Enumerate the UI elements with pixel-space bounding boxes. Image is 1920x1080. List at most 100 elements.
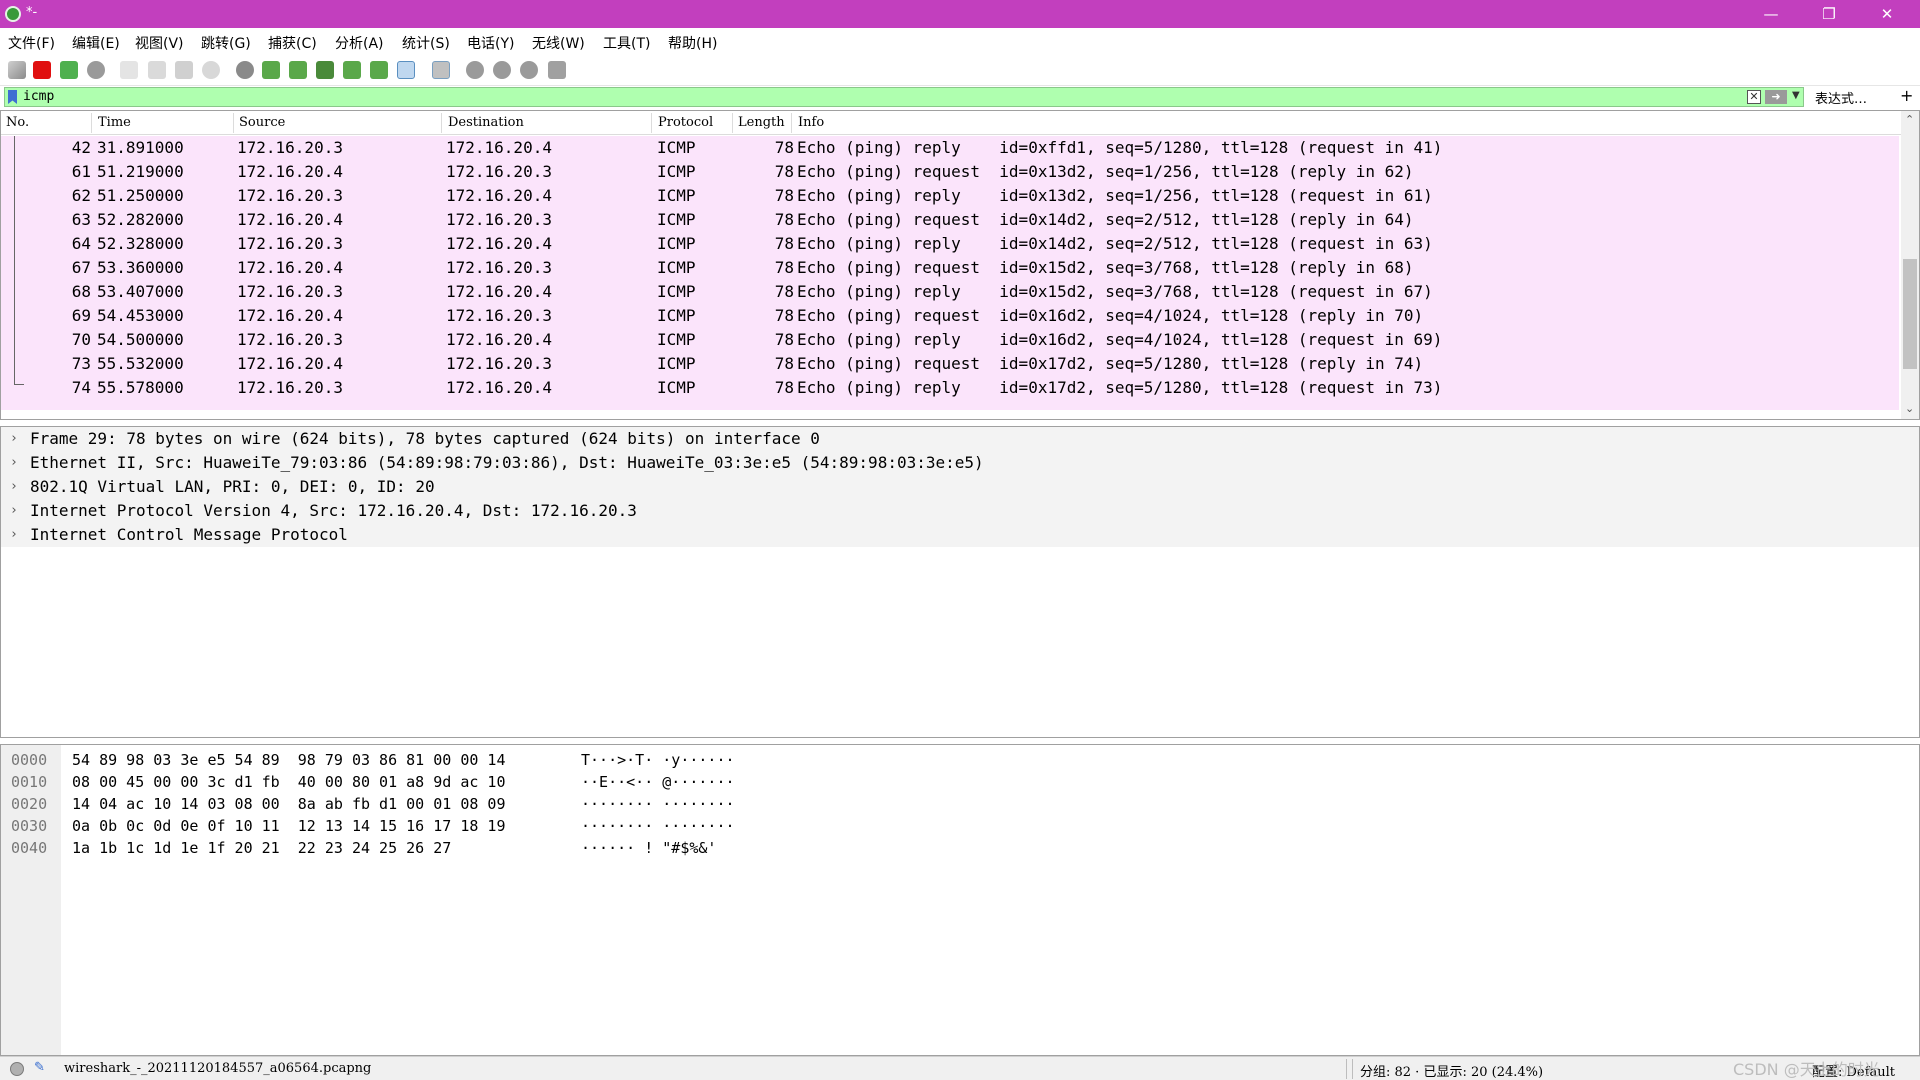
expand-chevron-icon[interactable]: › [10, 475, 18, 499]
column-info[interactable]: Info [798, 115, 824, 130]
table-row[interactable]: 42 31.891000 172.16.20.3 172.16.20.4 ICMP 78 E… [1, 136, 1899, 160]
menu-statistics[interactable]: 统计(S) [402, 33, 450, 53]
hex-bytes[interactable]: 14 04 ac 10 14 03 08 00 8a ab fb d1 00 0… [72, 793, 505, 815]
bookmark-icon[interactable] [8, 90, 17, 104]
menu-capture[interactable]: 捕获(C) [268, 33, 317, 53]
packet-time-cell: 53.407000 [97, 282, 184, 301]
table-row[interactable]: 63 52.282000 172.16.20.4 172.16.20.3 ICMP 78 E… [1, 208, 1899, 232]
packet-length-cell: 78 [774, 378, 794, 397]
table-row[interactable]: 67 53.360000 172.16.20.4 172.16.20.3 ICMP 78 E… [1, 256, 1899, 280]
ascii-bytes[interactable]: ······ ! "#$%&' [581, 837, 716, 859]
hex-bytes[interactable]: 08 00 45 00 00 3c d1 fb 40 00 80 01 a8 9… [72, 771, 505, 793]
column-length[interactable]: Length [738, 115, 785, 130]
colorize-icon[interactable] [432, 61, 450, 79]
detail-tree-item[interactable]: › Frame 29: 78 bytes on wire (624 bits), … [1, 427, 1919, 451]
scroll-up-icon[interactable]: ⌃ [1905, 113, 1914, 126]
shark-fin-start-icon[interactable] [8, 61, 26, 79]
minimize-button[interactable]: — [1742, 0, 1800, 28]
column-protocol[interactable]: Protocol [658, 115, 713, 130]
menu-tools[interactable]: 工具(T) [603, 33, 650, 53]
edit-comment-icon[interactable]: ✎ [34, 1060, 45, 1075]
save-file-icon[interactable] [148, 61, 166, 79]
expression-button[interactable]: 表达式… [1815, 88, 1867, 107]
detail-tree-item[interactable]: › Internet Protocol Version 4, Src: 172.1… [1, 499, 1919, 523]
table-row[interactable]: 64 52.328000 172.16.20.3 172.16.20.4 ICMP 78 E… [1, 232, 1899, 256]
packet-destination-cell: 172.16.20.3 [446, 258, 552, 277]
ascii-bytes[interactable]: ··E··<·· @······· [581, 771, 735, 793]
reload-file-icon[interactable] [202, 61, 220, 79]
ascii-bytes[interactable]: ········ ········ [581, 793, 735, 815]
add-filter-button[interactable]: + [1900, 86, 1913, 105]
hex-offset[interactable]: 0010 [11, 771, 47, 793]
ascii-bytes[interactable]: T···>·T· ·y······ [581, 749, 735, 771]
menu-telephony[interactable]: 电话(Y) [467, 33, 514, 53]
go-forward-icon[interactable] [289, 61, 307, 79]
menu-view[interactable]: 视图(V) [135, 33, 184, 53]
hex-offset[interactable]: 0030 [11, 815, 47, 837]
open-file-icon[interactable] [120, 61, 138, 79]
packet-info-cell: Echo (ping) request id=0x16d2, seq=4/102… [797, 306, 1424, 325]
detail-tree-item[interactable]: › 802.1Q Virtual LAN, PRI: 0, DEI: 0, ID:… [1, 475, 1919, 499]
close-file-icon[interactable] [175, 61, 193, 79]
hex-offset[interactable]: 0000 [11, 749, 47, 771]
find-packet-icon[interactable] [236, 61, 254, 79]
stop-capture-icon[interactable] [33, 61, 51, 79]
column-no[interactable]: No. [6, 115, 29, 130]
column-source[interactable]: Source [239, 115, 285, 130]
restore-button[interactable]: ❐ [1800, 0, 1858, 28]
menu-file[interactable]: 文件(F) [8, 33, 55, 53]
packet-list-scrollbar[interactable]: ⌃ ⌄ [1901, 111, 1919, 419]
menu-edit[interactable]: 编辑(E) [72, 33, 120, 53]
scroll-down-icon[interactable]: ⌄ [1905, 402, 1914, 415]
expert-info-icon[interactable] [10, 1062, 24, 1076]
hex-bytes[interactable]: 0a 0b 0c 0d 0e 0f 10 11 12 13 14 15 16 1… [72, 815, 505, 837]
filter-history-dropdown-icon[interactable]: ▼ [1792, 90, 1800, 101]
table-row[interactable]: 69 54.453000 172.16.20.4 172.16.20.3 ICMP 78 E… [1, 304, 1899, 328]
go-to-packet-icon[interactable] [316, 61, 334, 79]
zoom-out-icon[interactable] [493, 61, 511, 79]
first-packet-icon[interactable] [343, 61, 361, 79]
capture-options-icon[interactable] [87, 61, 105, 79]
expand-chevron-icon[interactable]: › [10, 427, 18, 451]
hex-offset[interactable]: 0040 [11, 837, 47, 859]
display-filter-input[interactable]: icmp [4, 87, 1804, 107]
clear-filter-icon[interactable]: ✕ [1747, 90, 1761, 104]
zoom-normal-icon[interactable] [520, 61, 538, 79]
last-packet-icon[interactable] [370, 61, 388, 79]
resize-columns-icon[interactable] [548, 61, 566, 79]
autoscroll-icon[interactable] [397, 61, 415, 79]
menu-help[interactable]: 帮助(H) [668, 33, 717, 53]
detail-tree-item[interactable]: › Internet Control Message Protocol [1, 523, 1919, 547]
packet-no-cell: 62 [71, 186, 91, 205]
packet-destination-cell: 172.16.20.3 [446, 306, 552, 325]
restart-capture-icon[interactable] [60, 61, 78, 79]
expand-chevron-icon[interactable]: › [10, 499, 18, 523]
menu-wireless[interactable]: 无线(W) [532, 33, 585, 53]
hex-offset[interactable]: 0020 [11, 793, 47, 815]
table-row[interactable]: 62 51.250000 172.16.20.3 172.16.20.4 ICMP 78 E… [1, 184, 1899, 208]
packet-info-cell: Echo (ping) request id=0x17d2, seq=5/128… [797, 354, 1424, 373]
column-destination[interactable]: Destination [448, 115, 524, 130]
table-row[interactable]: 70 54.500000 172.16.20.3 172.16.20.4 ICMP 78 E… [1, 328, 1899, 352]
menu-go[interactable]: 跳转(G) [201, 33, 251, 53]
apply-filter-icon[interactable]: ➜ [1765, 90, 1787, 104]
packet-protocol-cell: ICMP [657, 330, 696, 349]
expand-chevron-icon[interactable]: › [10, 451, 18, 475]
table-row[interactable]: 68 53.407000 172.16.20.3 172.16.20.4 ICMP 78 E… [1, 280, 1899, 304]
packet-destination-cell: 172.16.20.3 [446, 210, 552, 229]
menu-analyze[interactable]: 分析(A) [335, 33, 384, 53]
ascii-bytes[interactable]: ········ ········ [581, 815, 735, 837]
detail-tree-item[interactable]: › Ethernet II, Src: HuaweiTe_79:03:86 (54… [1, 451, 1919, 475]
expand-chevron-icon[interactable]: › [10, 523, 18, 547]
table-row[interactable]: 73 55.532000 172.16.20.4 172.16.20.3 ICMP 78 E… [1, 352, 1899, 376]
hex-bytes[interactable]: 54 89 98 03 3e e5 54 89 98 79 03 86 81 0… [72, 749, 505, 771]
close-button[interactable]: ✕ [1858, 0, 1916, 28]
column-time[interactable]: Time [98, 115, 131, 130]
scrollbar-thumb[interactable] [1903, 259, 1917, 369]
zoom-in-icon[interactable] [466, 61, 484, 79]
table-row[interactable]: 61 51.219000 172.16.20.4 172.16.20.3 ICMP 78 E… [1, 160, 1899, 184]
hex-bytes[interactable]: 1a 1b 1c 1d 1e 1f 20 21 22 23 24 25 26 2… [72, 837, 451, 859]
go-back-icon[interactable] [262, 61, 280, 79]
table-row[interactable]: 74 55.578000 172.16.20.3 172.16.20.4 ICMP 78 E… [1, 376, 1899, 400]
packet-info-cell: Echo (ping) request id=0x15d2, seq=3/768… [797, 258, 1414, 277]
